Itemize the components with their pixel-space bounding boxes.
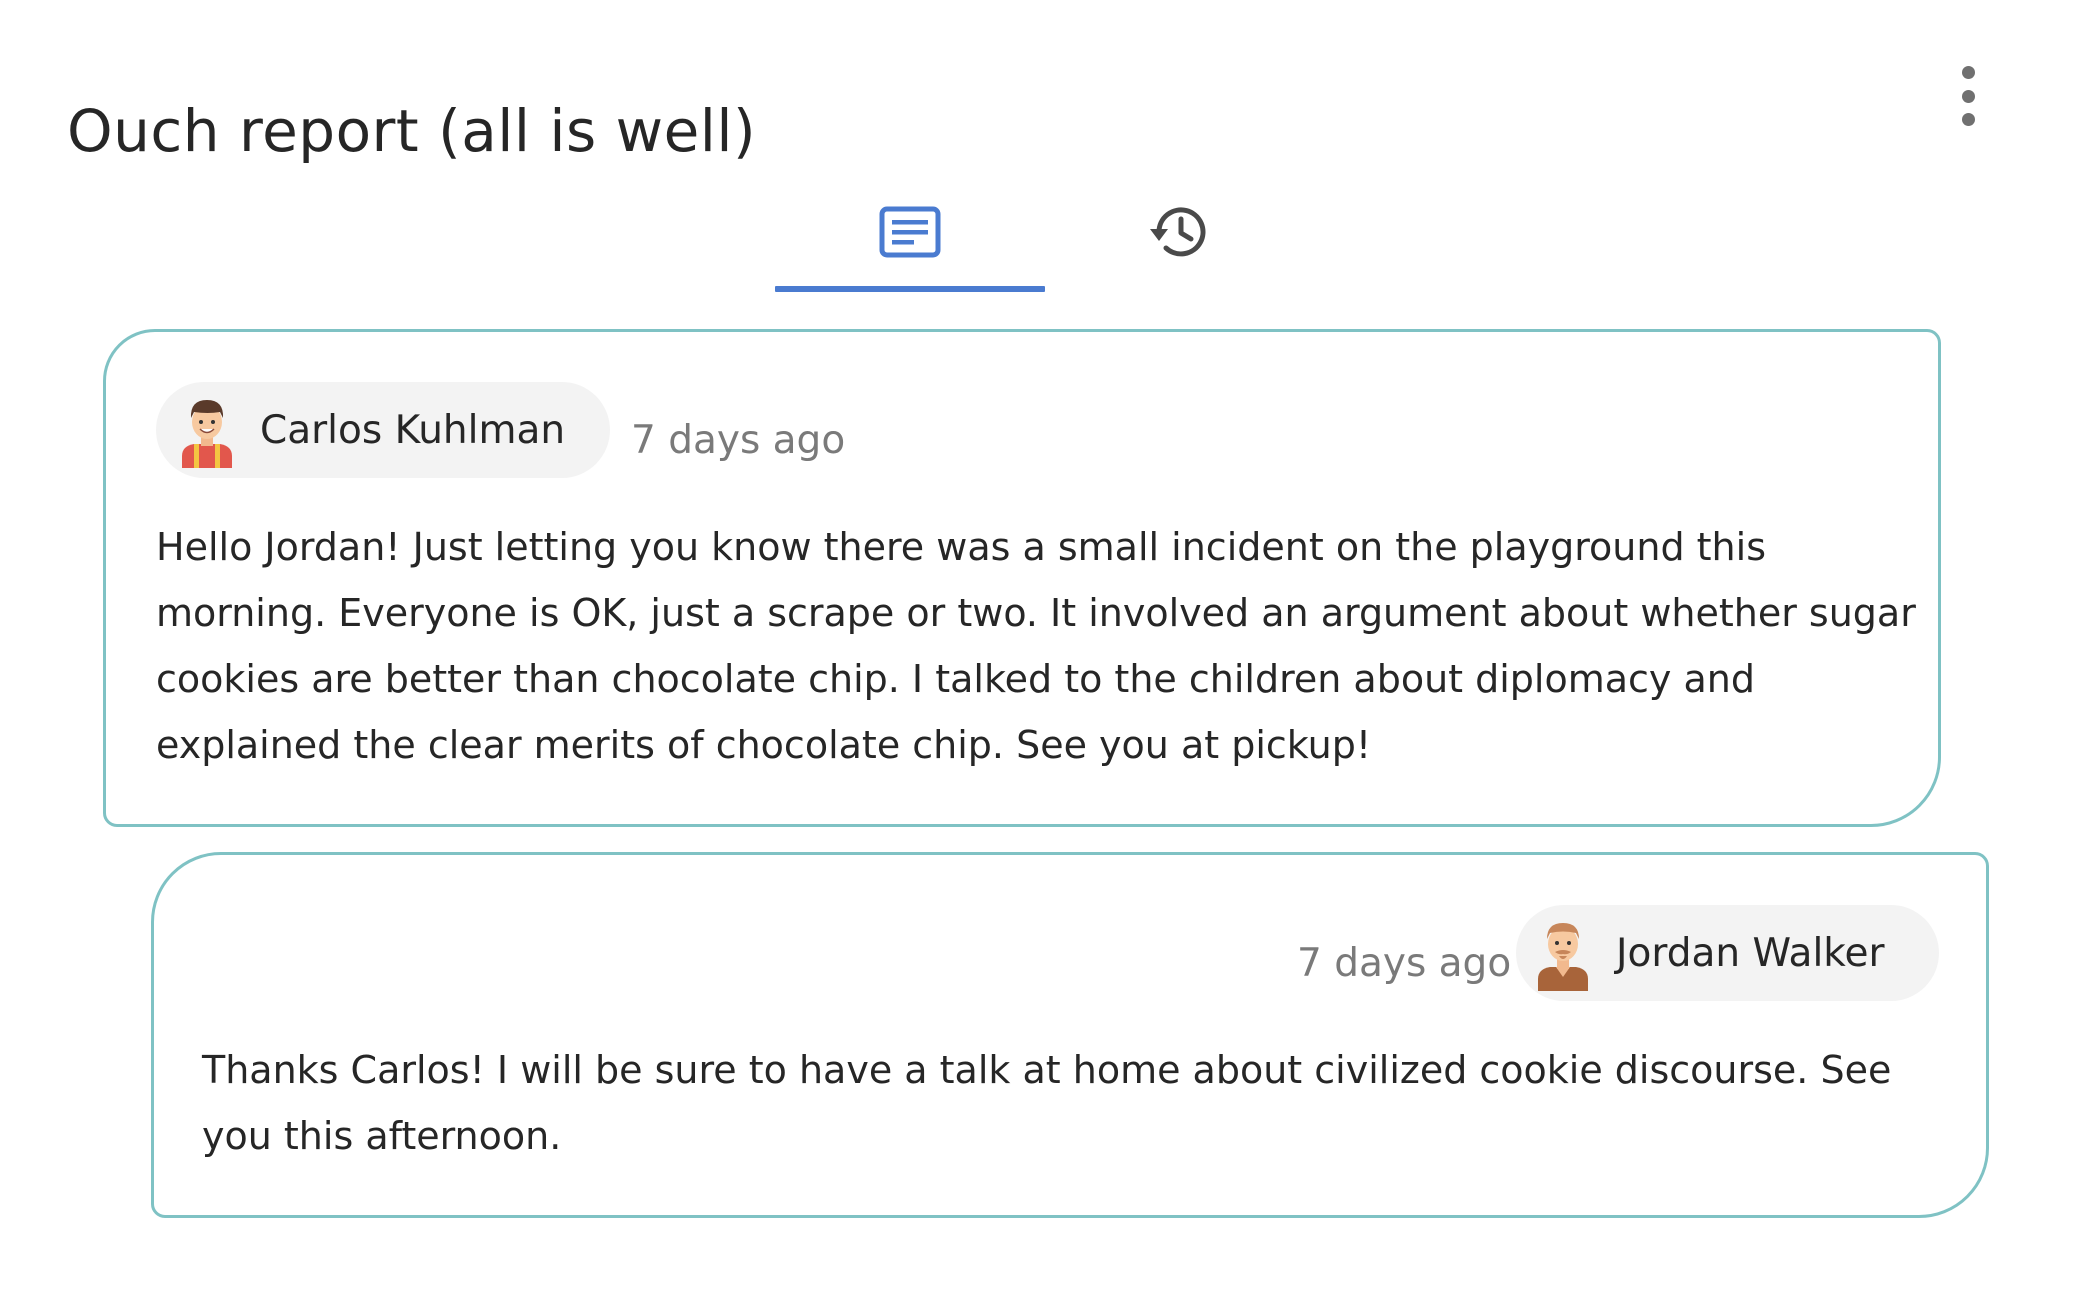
message-icon bbox=[879, 206, 941, 258]
tab-messages[interactable] bbox=[775, 172, 1045, 292]
author-chip[interactable]: Jordan Walker bbox=[1516, 905, 1939, 1001]
more-dot bbox=[1961, 89, 1975, 103]
tab-history[interactable] bbox=[1045, 172, 1315, 292]
message-card: Carlos Kuhlman 7 days ago Hello Jordan! … bbox=[103, 329, 1941, 827]
more-dot bbox=[1961, 66, 1975, 79]
active-tab-indicator bbox=[775, 286, 1045, 292]
message-timestamp: 7 days ago bbox=[1297, 941, 1512, 986]
message-text: Thanks Carlos! I will be sure to have a … bbox=[202, 1048, 1892, 1158]
teacher-avatar bbox=[182, 400, 232, 468]
author-name: Carlos Kuhlman bbox=[260, 407, 566, 453]
author-name: Jordan Walker bbox=[1616, 930, 1885, 976]
more-options-icon[interactable] bbox=[1948, 66, 1988, 126]
author-chip[interactable]: Carlos Kuhlman bbox=[156, 382, 610, 478]
message-text: Hello Jordan! Just letting you know ther… bbox=[156, 525, 1916, 767]
message-card: 7 days ago Jordan Walker Thanks Carlos! … bbox=[151, 852, 1989, 1218]
page-title: Ouch report (all is well) bbox=[67, 96, 757, 165]
more-dot bbox=[1961, 113, 1975, 126]
parent-avatar bbox=[1538, 923, 1588, 991]
message-timestamp: 7 days ago bbox=[631, 418, 846, 463]
history-icon bbox=[1150, 207, 1206, 257]
